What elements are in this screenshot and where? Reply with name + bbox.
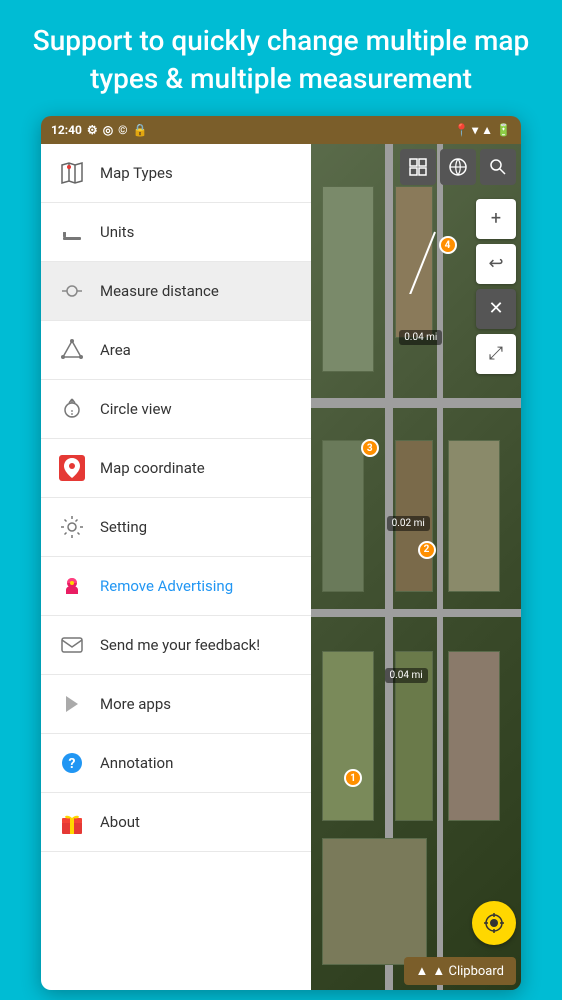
status-bar: 12:40 ⚙ ◎ © 🔒 📍 ▾ ▲ 🔋 xyxy=(41,116,521,144)
route-marker-3: 3 xyxy=(361,439,379,457)
sidebar-item-setting[interactable]: Setting xyxy=(41,498,311,557)
route-marker-1: 1 xyxy=(344,769,362,787)
sidebar-menu: Map Types Units xyxy=(41,144,311,990)
circle-view-icon xyxy=(56,393,88,425)
map-area: 1 2 3 4 0.04 mi 0.02 mi 0.04 mi xyxy=(311,144,521,990)
distance-label-3: 0.04 mi xyxy=(385,668,428,683)
sidebar-item-area[interactable]: Area xyxy=(41,321,311,380)
area-icon xyxy=(56,334,88,366)
circle-status-icon: © xyxy=(118,123,127,137)
search-btn[interactable] xyxy=(480,149,516,185)
sidebar-item-circle-view[interactable]: Circle view xyxy=(41,380,311,439)
zoom-in-btn[interactable]: + xyxy=(476,199,516,239)
header-text: Support to quickly change multiple map t… xyxy=(0,0,562,116)
map-coordinate-icon xyxy=(56,452,88,484)
location-status-icon: ◎ xyxy=(103,123,113,137)
sidebar-item-map-coordinate[interactable]: Map coordinate xyxy=(41,439,311,498)
annotation-label: Annotation xyxy=(100,754,173,772)
sidebar-item-about[interactable]: About xyxy=(41,793,311,852)
sidebar-item-remove-advertising[interactable]: Remove Advertising xyxy=(41,557,311,616)
clipboard-arrow-icon: ▲ xyxy=(416,963,429,979)
remove-advertising-label: Remove Advertising xyxy=(100,577,233,595)
more-apps-label: More apps xyxy=(100,695,171,713)
measure-distance-icon xyxy=(56,275,88,307)
sidebar-item-feedback[interactable]: Send me your feedback! xyxy=(41,616,311,675)
sidebar-item-measure-distance[interactable]: Measure distance xyxy=(41,262,311,321)
fit-btn[interactable]: ⤢ xyxy=(476,334,516,374)
more-apps-icon xyxy=(56,688,88,720)
lock-status-icon: 🔒 xyxy=(133,123,148,137)
undo-btn[interactable]: ↩ xyxy=(476,244,516,284)
route-marker-2: 2 xyxy=(418,541,436,559)
remove-advertising-icon xyxy=(56,570,88,602)
battery-status-icon: 🔋 xyxy=(496,123,511,137)
globe-btn[interactable] xyxy=(440,149,476,185)
measure-distance-label: Measure distance xyxy=(100,282,219,300)
about-label: About xyxy=(100,813,140,831)
map-types-icon xyxy=(56,157,88,189)
delete-btn[interactable]: ✕ xyxy=(476,289,516,329)
feedback-label: Send me your feedback! xyxy=(100,636,260,654)
settings-icon: ⚙ xyxy=(87,123,98,137)
sidebar-item-more-apps[interactable]: More apps xyxy=(41,675,311,734)
map-grid-btn[interactable] xyxy=(400,149,436,185)
clipboard-bar[interactable]: ▲ ▲ Clipboard xyxy=(404,957,516,985)
clipboard-label: ▲ Clipboard xyxy=(432,963,504,979)
svg-text:?: ? xyxy=(69,756,76,772)
units-icon xyxy=(56,216,88,248)
distance-label-1: 0.04 mi xyxy=(399,330,442,345)
phone-container: 12:40 ⚙ ◎ © 🔒 📍 ▾ ▲ 🔋 xyxy=(41,116,521,990)
feedback-icon xyxy=(56,629,88,661)
setting-icon xyxy=(56,511,88,543)
area-label: Area xyxy=(100,341,131,359)
map-toolbar xyxy=(400,149,516,185)
sidebar-item-units[interactable]: Units xyxy=(41,203,311,262)
location-btn[interactable] xyxy=(472,901,516,945)
sidebar-item-map-types[interactable]: Map Types xyxy=(41,144,311,203)
map-types-label: Map Types xyxy=(100,164,173,182)
setting-label: Setting xyxy=(100,518,147,536)
about-icon xyxy=(56,806,88,838)
units-label: Units xyxy=(100,223,134,241)
route-marker-4: 4 xyxy=(439,236,457,254)
circle-view-label: Circle view xyxy=(100,400,172,418)
sidebar-item-annotation[interactable]: ? Annotation xyxy=(41,734,311,793)
annotation-icon: ? xyxy=(56,747,88,779)
wifi-status-icon: ▾ xyxy=(472,123,478,137)
map-coordinate-label: Map coordinate xyxy=(100,459,205,477)
signal-status-icon: ▲ xyxy=(481,123,493,137)
pin-status-icon: 📍 xyxy=(454,123,469,137)
distance-label-2: 0.02 mi xyxy=(387,516,430,531)
status-time: 12:40 xyxy=(51,123,82,137)
map-actions: + ↩ ✕ ⤢ xyxy=(476,199,516,374)
